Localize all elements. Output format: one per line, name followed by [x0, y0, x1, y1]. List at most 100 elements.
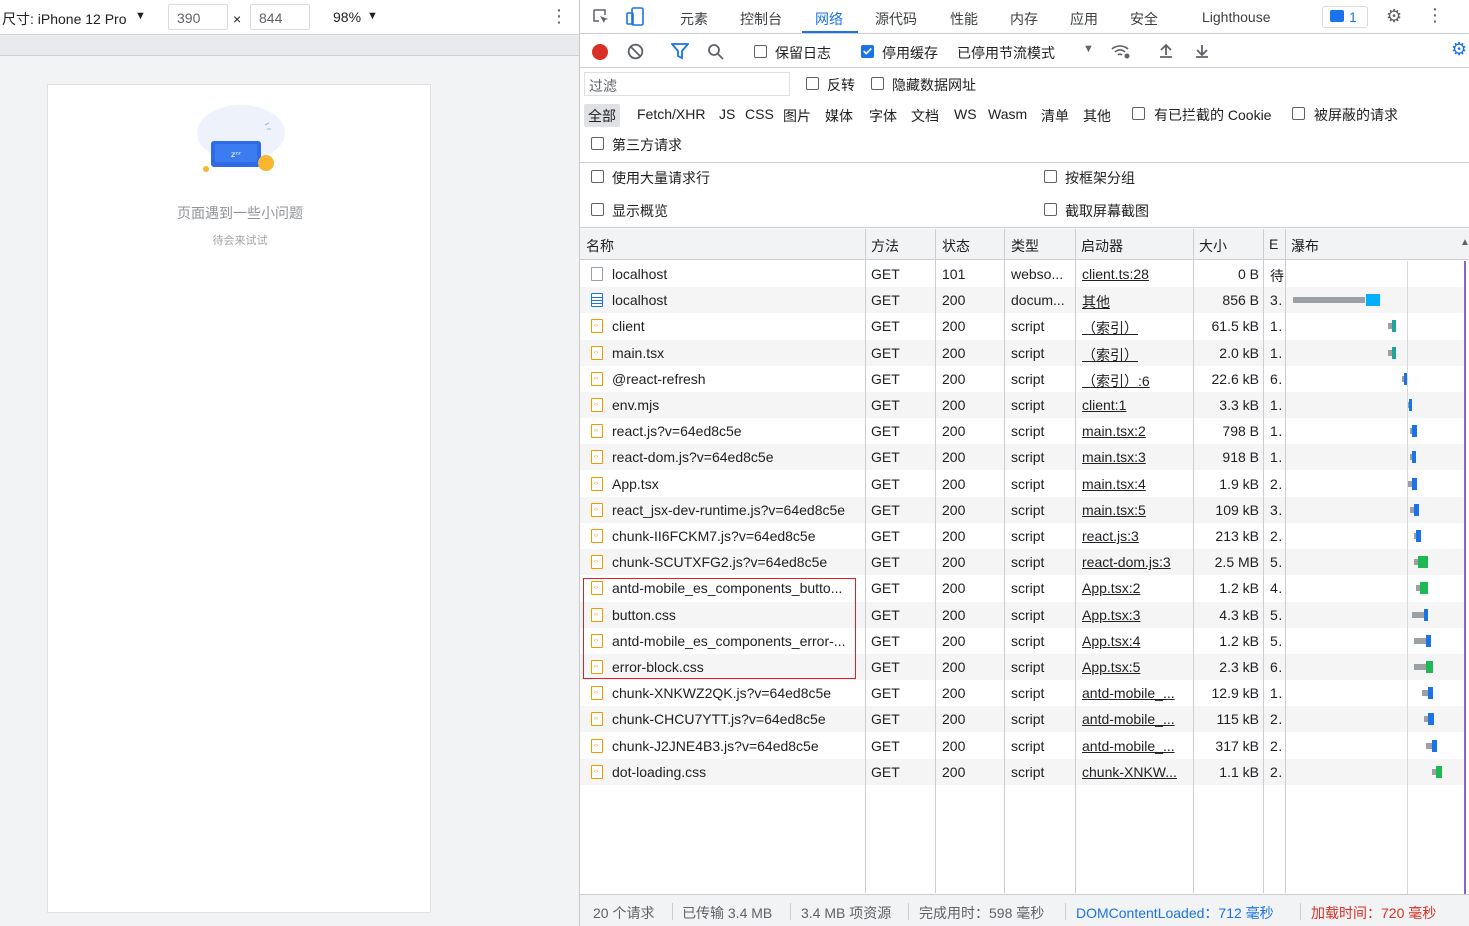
- column-header-type[interactable]: 类型: [1011, 236, 1039, 256]
- table-row[interactable]: ‹› react_jsx-dev-runtime.js?v=64ed8c5e GET…: [580, 496, 1465, 523]
- column-divider[interactable]: [1263, 229, 1264, 893]
- type-filter-js[interactable]: JS: [715, 104, 739, 127]
- throttling-select[interactable]: 已停用节流模式: [957, 43, 1055, 63]
- table-row[interactable]: localhost GET 200 docum... 其他 856 B 3..: [580, 287, 1465, 314]
- request-initiator[interactable]: App.tsx:2: [1082, 580, 1188, 596]
- settings-gear-icon[interactable]: ⚙: [1386, 6, 1402, 27]
- request-initiator[interactable]: App.tsx:5: [1082, 659, 1188, 675]
- request-initiator[interactable]: （索引）: [1082, 345, 1188, 365]
- type-filter-all[interactable]: 全部: [584, 104, 620, 127]
- large-rows-checkbox[interactable]: [591, 170, 604, 183]
- column-divider[interactable]: [935, 229, 936, 893]
- table-row[interactable]: ‹› main.tsx GET 200 script （索引） 2.0 kB 1..: [580, 339, 1465, 366]
- import-har-icon[interactable]: [1158, 43, 1174, 59]
- type-filter-css[interactable]: CSS: [741, 104, 778, 127]
- table-row[interactable]: ‹› react.js?v=64ed8c5e GET 200 script main.ts…: [580, 418, 1465, 444]
- tab-elements[interactable]: 元素: [680, 9, 708, 29]
- request-initiator[interactable]: （索引）: [1082, 318, 1188, 338]
- type-filter-other[interactable]: 其他: [1079, 104, 1115, 127]
- search-icon[interactable]: [707, 43, 724, 60]
- capture-screenshots-checkbox[interactable]: [1044, 203, 1057, 216]
- type-filter-wasm[interactable]: Wasm: [984, 104, 1031, 127]
- tab-console[interactable]: 控制台: [740, 9, 782, 29]
- request-initiator[interactable]: main.tsx:3: [1082, 449, 1188, 465]
- table-row[interactable]: ‹› @react-refresh GET 200 script （索引）:6 22.6 k…: [580, 366, 1465, 392]
- column-header-name[interactable]: 名称: [586, 236, 614, 256]
- blocked-cookies-checkbox[interactable]: [1132, 107, 1145, 120]
- request-initiator[interactable]: client:1: [1082, 397, 1188, 413]
- filter-icon[interactable]: [671, 43, 689, 60]
- tab-sources[interactable]: 源代码: [875, 9, 917, 29]
- hide-data-urls-checkbox[interactable]: [871, 77, 884, 90]
- tab-security[interactable]: 安全: [1130, 9, 1158, 29]
- column-header-status[interactable]: 状态: [942, 236, 970, 256]
- table-row[interactable]: ‹› App.tsx GET 200 script main.tsx:4 1.9 kB 2..: [580, 471, 1465, 497]
- type-filter-manifest[interactable]: 清单: [1037, 104, 1073, 127]
- table-row[interactable]: ‹› env.mjs GET 200 script client:1 3.3 kB 1..: [580, 392, 1465, 418]
- tab-memory[interactable]: 内存: [1010, 9, 1038, 29]
- request-initiator[interactable]: react-dom.js:3: [1082, 554, 1188, 570]
- record-icon[interactable]: [592, 44, 608, 60]
- request-initiator[interactable]: App.tsx:3: [1082, 607, 1188, 623]
- disable-cache-checkbox[interactable]: [861, 45, 874, 58]
- column-divider[interactable]: [1075, 229, 1076, 893]
- request-initiator[interactable]: react.js:3: [1082, 528, 1188, 544]
- table-row[interactable]: ‹› chunk-II6FCKM7.js?v=64ed8c5e GET 200 scri…: [580, 523, 1465, 549]
- device-height-input[interactable]: 844: [250, 4, 310, 30]
- column-header-method[interactable]: 方法: [871, 236, 899, 256]
- inspect-element-icon[interactable]: [592, 8, 610, 26]
- group-by-frame-checkbox[interactable]: [1044, 170, 1057, 183]
- device-width-input[interactable]: 390: [168, 4, 228, 30]
- request-initiator[interactable]: main.tsx:5: [1082, 502, 1188, 518]
- table-row[interactable]: ‹› react-dom.js?v=64ed8c5e GET 200 script mai…: [580, 444, 1465, 471]
- column-header-size[interactable]: 大小: [1199, 236, 1227, 256]
- table-row[interactable]: ‹› chunk-J2JNE4B3.js?v=64ed8c5e GET 200 scri…: [580, 733, 1465, 759]
- clear-icon[interactable]: [627, 43, 644, 60]
- table-row[interactable]: ‹› client GET 200 script （索引） 61.5 kB 1..: [580, 313, 1465, 339]
- request-initiator[interactable]: client.ts:28: [1082, 266, 1188, 282]
- more-options-icon[interactable]: ⋮: [550, 6, 568, 27]
- column-divider[interactable]: [1285, 229, 1286, 893]
- type-filter-media[interactable]: 媒体: [821, 104, 857, 127]
- type-filter-fetch-xhr[interactable]: Fetch/XHR: [633, 104, 709, 127]
- table-row[interactable]: ‹› chunk-CHCU7YTT.js?v=64ed8c5e GET 200 scri…: [580, 706, 1465, 733]
- filter-input[interactable]: 过滤: [584, 72, 790, 96]
- request-initiator[interactable]: main.tsx:4: [1082, 476, 1188, 492]
- request-initiator[interactable]: antd-mobile_...: [1082, 738, 1188, 754]
- device-dropdown-arrow-icon[interactable]: ▼: [135, 10, 146, 22]
- request-initiator[interactable]: antd-mobile_...: [1082, 711, 1188, 727]
- column-divider[interactable]: [1193, 229, 1194, 893]
- preserve-log-checkbox[interactable]: [754, 45, 767, 58]
- column-header-time[interactable]: E: [1269, 236, 1278, 252]
- tab-performance[interactable]: 性能: [950, 9, 978, 29]
- tab-network[interactable]: 网络: [815, 9, 843, 29]
- blocked-requests-checkbox[interactable]: [1292, 107, 1305, 120]
- network-conditions-icon[interactable]: [1111, 43, 1131, 60]
- request-initiator[interactable]: main.tsx:2: [1082, 423, 1188, 439]
- column-header-waterfall[interactable]: 瀑布: [1291, 236, 1319, 256]
- table-row[interactable]: ‹› chunk-SCUTXFG2.js?v=64ed8c5e GET 200 scri…: [580, 549, 1465, 576]
- table-row[interactable]: localhost GET 101 webso... client.ts:28 0 B 待: [580, 261, 1465, 287]
- request-initiator[interactable]: （索引）:6: [1082, 371, 1188, 391]
- invert-checkbox[interactable]: [806, 77, 819, 90]
- request-initiator[interactable]: chunk-XNKW...: [1082, 764, 1188, 780]
- type-filter-img[interactable]: 图片: [779, 104, 815, 127]
- tab-application[interactable]: 应用: [1070, 9, 1098, 29]
- request-initiator[interactable]: 其他: [1082, 292, 1188, 312]
- type-filter-doc[interactable]: 文档: [907, 104, 943, 127]
- zoom-dropdown-arrow-icon[interactable]: ▼: [367, 10, 378, 22]
- network-settings-gear-icon[interactable]: ⚙: [1451, 39, 1467, 60]
- column-divider[interactable]: [1004, 229, 1005, 893]
- type-filter-font[interactable]: 字体: [865, 104, 901, 127]
- column-divider[interactable]: [865, 229, 866, 893]
- devtools-menu-icon[interactable]: ⋮: [1426, 5, 1444, 26]
- show-overview-checkbox[interactable]: [591, 203, 604, 216]
- column-header-initiator[interactable]: 启动器: [1081, 236, 1123, 256]
- zoom-select[interactable]: 98%: [333, 9, 361, 25]
- device-dimension-select[interactable]: 尺寸: iPhone 12 Pro: [2, 9, 127, 29]
- table-row[interactable]: ‹› chunk-XNKWZ2QK.js?v=64ed8c5e GET 200 scri…: [580, 680, 1465, 706]
- issues-button[interactable]: 1: [1322, 6, 1368, 28]
- device-toolbar-icon[interactable]: [625, 7, 645, 27]
- export-har-icon[interactable]: [1194, 43, 1210, 59]
- table-row[interactable]: ‹› dot-loading.css GET 200 script chunk-XNKW.…: [580, 758, 1465, 785]
